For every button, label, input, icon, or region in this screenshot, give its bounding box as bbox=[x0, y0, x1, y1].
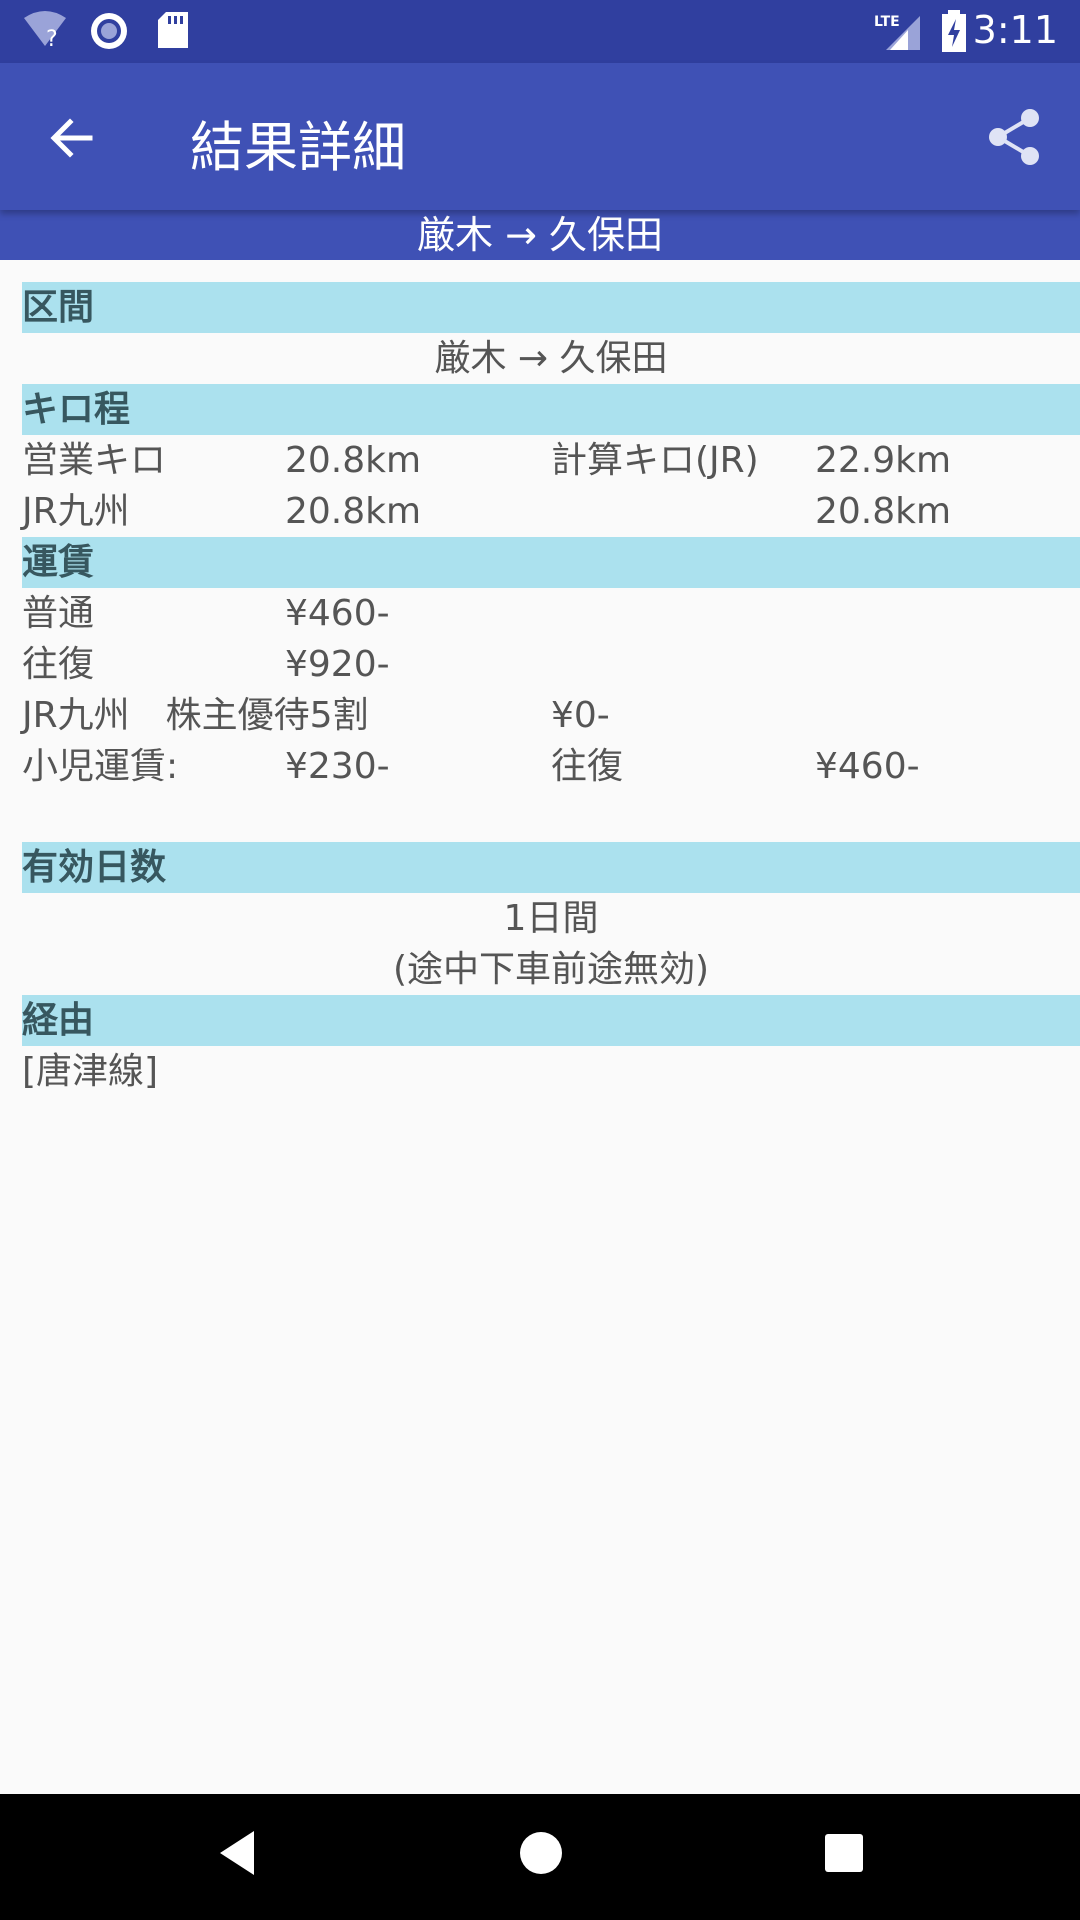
svg-text:LTE: LTE bbox=[874, 14, 900, 30]
wifi-question-icon: ? bbox=[24, 11, 66, 50]
svg-text:?: ? bbox=[46, 27, 58, 50]
kilo-calc-label: 計算キロ(JR) bbox=[551, 440, 759, 481]
fare-label: JR九州 株主優待5割 bbox=[22, 695, 369, 736]
navigation-bar bbox=[0, 1794, 1080, 1920]
fare-row: 小児運賃: ¥230- 往復 ¥460- bbox=[22, 741, 1080, 792]
route-header: 厳木 → 久保田 bbox=[0, 210, 1080, 260]
arrow-back-icon[interactable] bbox=[44, 110, 100, 166]
kilo-row: JR九州 20.8km 20.8km bbox=[22, 486, 1080, 537]
status-clock: 3:11 bbox=[972, 8, 1058, 52]
kilo-row: 営業キロ 20.8km 計算キロ(JR) 22.9km bbox=[22, 435, 1080, 486]
fare-label: 往復 bbox=[551, 746, 624, 787]
nav-recents-icon[interactable] bbox=[823, 1832, 865, 1874]
kilo-value: 20.8km bbox=[285, 440, 422, 481]
status-bar: ? LTE 3:11 bbox=[0, 0, 1080, 63]
fare-value: ¥460- bbox=[285, 593, 390, 634]
fare-label: 往復 bbox=[22, 644, 95, 685]
section-header-kukan: 区間 bbox=[22, 282, 1080, 333]
page-title: 結果詳細 bbox=[190, 116, 406, 179]
fare-row: 普通 ¥460- bbox=[22, 588, 1080, 639]
fare-value: ¥920- bbox=[285, 644, 390, 685]
nav-back-icon[interactable] bbox=[216, 1827, 256, 1879]
fare-value: ¥460- bbox=[815, 746, 920, 787]
kilo-value: 20.8km bbox=[285, 491, 422, 532]
fare-row: 往復 ¥920- bbox=[22, 639, 1080, 690]
kukan-value: 厳木 → 久保田 bbox=[434, 338, 668, 379]
nav-home-icon[interactable] bbox=[518, 1830, 564, 1876]
section-header-kilo: キロ程 bbox=[22, 384, 1080, 435]
kilo-label: JR九州 bbox=[22, 491, 130, 532]
kilo-calc-value: 20.8km bbox=[815, 491, 952, 532]
section-header-route: 経由 bbox=[22, 995, 1080, 1046]
signal-icon: LTE bbox=[874, 14, 920, 50]
route-value: [唐津線] bbox=[22, 1051, 159, 1092]
fare-value: ¥0- bbox=[551, 695, 610, 736]
fare-label: 小児運賃: bbox=[22, 746, 179, 787]
sd-card-icon bbox=[158, 12, 188, 48]
app-bar: 結果詳細 bbox=[0, 63, 1080, 210]
kilo-calc-value: 22.9km bbox=[815, 440, 952, 481]
battery-charging-icon bbox=[942, 10, 966, 52]
sync-circle-icon bbox=[91, 13, 127, 49]
fare-row: JR九州 株主優待5割 ¥0- bbox=[22, 690, 1080, 741]
fare-label: 普通 bbox=[22, 593, 95, 634]
result-detail: 区間 厳木 → 久保田 キロ程 営業キロ 20.8km 計算キロ(JR) 22.… bbox=[22, 282, 1080, 1097]
kilo-label: 営業キロ bbox=[22, 440, 167, 481]
section-header-validity: 有効日数 bbox=[22, 842, 1080, 893]
fare-value: ¥230- bbox=[285, 746, 390, 787]
validity-days: 1日間 bbox=[503, 898, 599, 939]
share-icon[interactable] bbox=[986, 108, 1044, 166]
section-header-fare: 運賃 bbox=[22, 537, 1080, 588]
validity-note: (途中下車前途無効) bbox=[392, 949, 710, 990]
